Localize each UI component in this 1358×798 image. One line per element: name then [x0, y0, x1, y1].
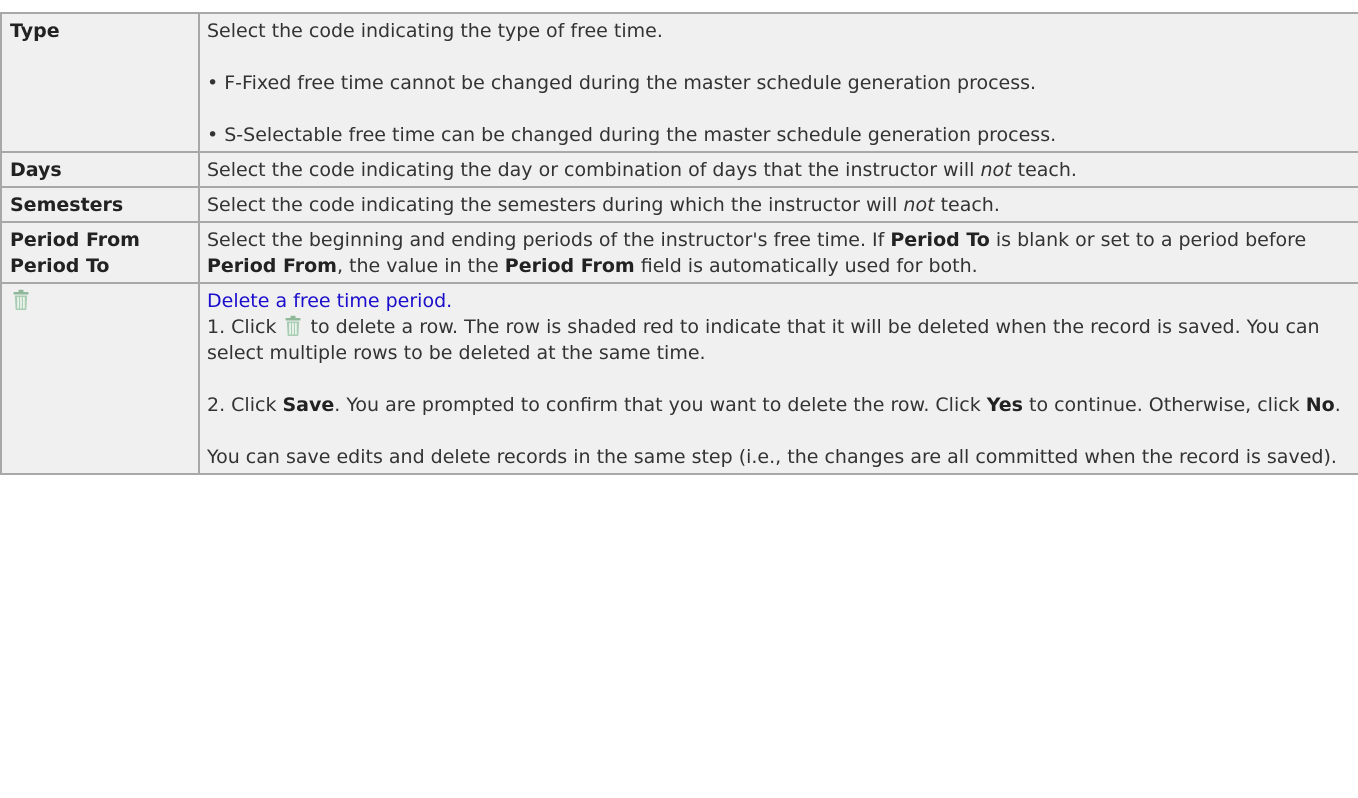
- desc-text: Select the code indicating the semesters…: [207, 194, 904, 216]
- bullet-selectable: • S-Selectable free time can be changed …: [207, 124, 1057, 146]
- desc-text: teach.: [934, 194, 1000, 216]
- desc-cell-period: Select the beginning and ending periods …: [198, 221, 1358, 284]
- bold-period-from: Period From: [207, 255, 337, 277]
- delete-free-time-link[interactable]: Delete a free time period.: [207, 288, 1356, 314]
- table-row: Type Select the code indicating the type…: [0, 12, 1358, 153]
- desc-cell-days: Select the code indicating the day or co…: [198, 151, 1358, 188]
- bold-period-to: Period To: [890, 229, 990, 251]
- desc-text: , the value in the: [336, 255, 505, 277]
- term-period-from: Period From: [10, 229, 140, 251]
- free-time-reference: Type Select the code indicating the type…: [0, 12, 1358, 798]
- desc-text: field is automatically used for both.: [634, 255, 978, 277]
- term-cell-period: Period From Period To: [0, 221, 200, 284]
- desc-text: is blank or set to a period before: [989, 229, 1307, 251]
- bold-no: No: [1305, 394, 1335, 416]
- field-reference-table: Type Select the code indicating the type…: [0, 12, 1358, 475]
- term-cell-semesters: Semesters: [0, 186, 200, 223]
- desc-text: Select the beginning and ending periods …: [207, 229, 891, 251]
- table-row: Semesters Select the code indicating the…: [0, 186, 1358, 223]
- trash-icon: [13, 289, 29, 311]
- bold-save: Save: [282, 394, 335, 416]
- step-2: 2. Click Save. You are prompted to confi…: [207, 394, 1341, 416]
- table-row: Period From Period To Select the beginni…: [0, 221, 1358, 284]
- term-cell-delete: [0, 282, 200, 475]
- emphasis-not: not: [903, 194, 935, 216]
- desc-cell-semesters: Select the code indicating the semesters…: [198, 186, 1358, 223]
- table-row: Days Select the code indicating the day …: [0, 151, 1358, 188]
- trash-icon: [285, 315, 301, 337]
- emphasis-not: not: [980, 159, 1012, 181]
- desc-text: Select the code indicating the type of f…: [207, 20, 663, 42]
- note-text: You can save edits and delete records in…: [207, 446, 1337, 468]
- bold-period-from: Period From: [504, 255, 635, 277]
- bold-yes: Yes: [986, 394, 1023, 416]
- step-1: 1. Click to delete a row. The row is sha…: [207, 315, 1320, 364]
- desc-cell-type: Select the code indicating the type of f…: [198, 12, 1358, 153]
- term-cell-days: Days: [0, 151, 200, 188]
- table-row: Delete a free time period. 1. Click to d…: [0, 282, 1358, 475]
- desc-cell-delete: Delete a free time period. 1. Click to d…: [198, 282, 1358, 475]
- term-period-to: Period To: [10, 255, 110, 277]
- desc-text: Select the code indicating the day or co…: [207, 159, 981, 181]
- bullet-fixed: • F-Fixed free time cannot be changed du…: [207, 72, 1037, 94]
- term-cell-type: Type: [0, 12, 200, 153]
- desc-text: teach.: [1011, 159, 1077, 181]
